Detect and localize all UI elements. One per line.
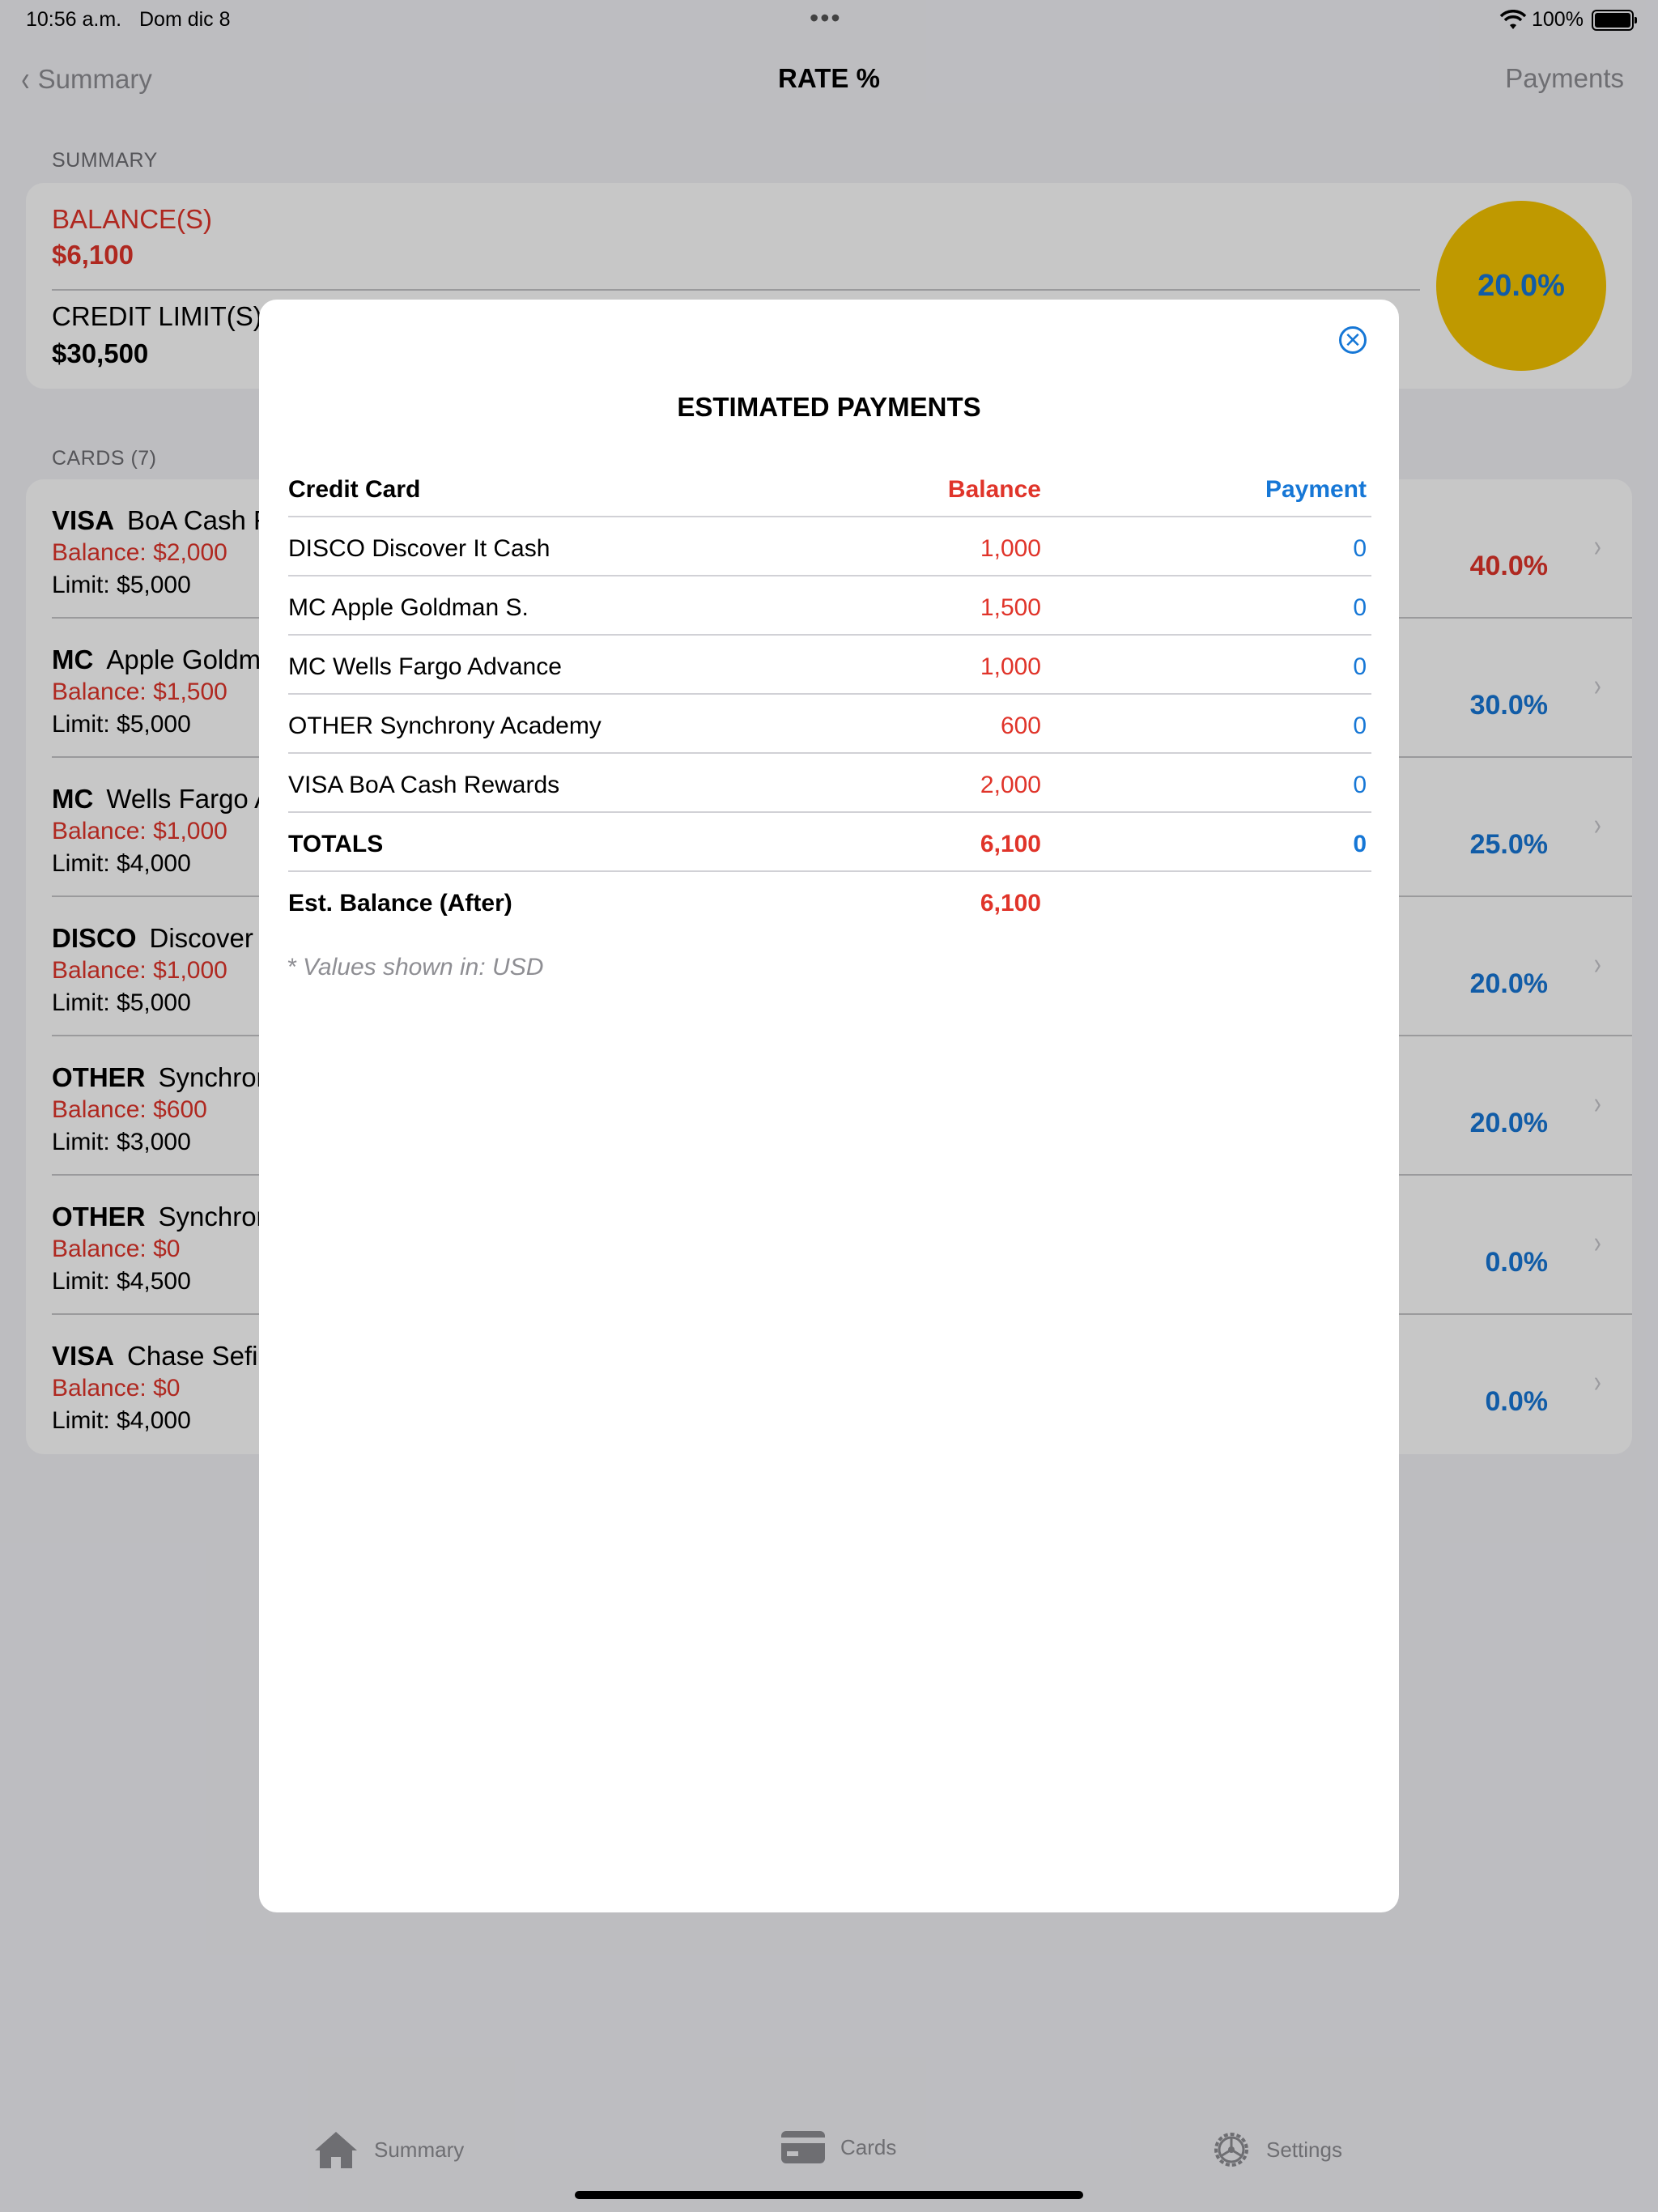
header-balance: Balance [947,476,1041,503]
table-row: MC Wells Fargo Advance 1,000 0 [288,636,1371,695]
modal-title: ESTIMATED PAYMENTS [677,392,981,422]
totals-balance: 6,100 [980,831,1041,857]
totals-payment: 0 [1353,831,1367,857]
currency-note: * Values shown in: USD [287,954,544,981]
header-payment: Payment [1265,476,1367,503]
table-row: MC Apple Goldman S. 1,500 0 [288,576,1371,636]
totals-row: TOTALS 6,100 0 [288,813,1371,872]
close-circle-icon[interactable]: ✕ [1339,326,1367,354]
row-card: DISCO Discover It Cash [288,535,551,562]
row-balance: 1,000 [980,653,1041,680]
table-row: OTHER Synchrony Academy 600 0 [288,695,1371,754]
row-card: MC Apple Goldman S. [288,594,529,621]
header-credit-card: Credit Card [288,476,421,503]
row-card: OTHER Synchrony Academy [288,713,602,739]
home-indicator[interactable] [575,2191,1083,2199]
table-row: DISCO Discover It Cash 1,000 0 [288,517,1371,576]
row-payment: 0 [1353,653,1367,680]
row-balance: 1,000 [980,535,1041,562]
est-balance-row: Est. Balance (After) 6,100 [288,872,1371,931]
row-payment: 0 [1353,594,1367,621]
totals-label: TOTALS [288,831,384,857]
table-row: VISA BoA Cash Rewards 2,000 0 [288,754,1371,813]
row-card: VISA BoA Cash Rewards [288,772,560,798]
payments-table: Credit Card Balance Payment DISCO Discov… [288,458,1371,931]
table-header: Credit Card Balance Payment [288,458,1371,517]
row-card: MC Wells Fargo Advance [288,653,562,680]
row-balance: 600 [1000,713,1041,739]
row-balance: 1,500 [980,594,1041,621]
row-payment: 0 [1353,772,1367,798]
row-balance: 2,000 [980,772,1041,798]
est-balance-label: Est. Balance (After) [288,890,512,917]
row-payment: 0 [1353,713,1367,739]
est-balance-value: 6,100 [980,890,1041,917]
row-payment: 0 [1353,535,1367,562]
